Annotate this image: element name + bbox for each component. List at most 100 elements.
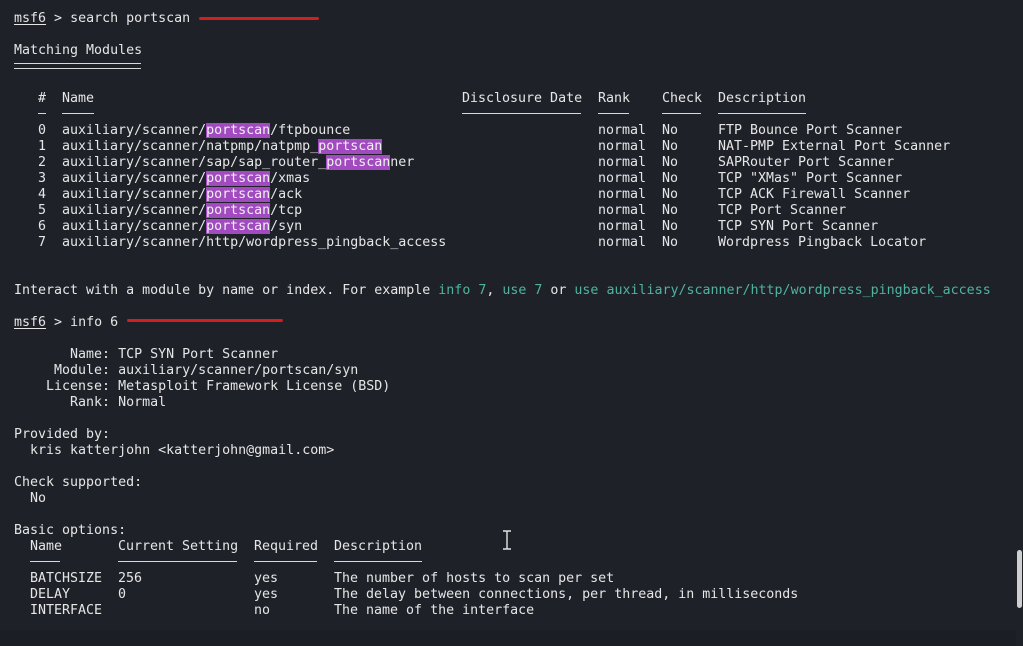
options-header-rule xyxy=(118,561,237,562)
option-description: The number of hosts to scan per set xyxy=(334,571,615,586)
prompt-msf6: msf6 xyxy=(14,315,47,330)
option-required: yes xyxy=(254,587,279,602)
module-description: FTP Bounce Port Scanner xyxy=(718,123,903,138)
header-rank: Rank xyxy=(598,91,631,106)
check-supported-value: No xyxy=(14,491,47,506)
info-module: Module: auxiliary/scanner/portscan/syn xyxy=(14,363,359,378)
option-description: The name of the interface xyxy=(334,603,535,618)
module-index: 5 xyxy=(38,203,47,218)
options-header-name: Name xyxy=(30,539,63,554)
module-rank: normal xyxy=(598,139,647,154)
module-name[interactable]: auxiliary/scanner/portscan/syn xyxy=(62,219,302,235)
module-rank: normal xyxy=(598,123,647,138)
prompt-separator: > xyxy=(46,315,71,330)
module-rank: normal xyxy=(598,203,647,218)
module-check: No xyxy=(662,139,679,154)
module-description: TCP ACK Firewall Scanner xyxy=(718,187,911,202)
title-double-underline xyxy=(14,63,141,69)
option-name: DELAY xyxy=(30,587,71,602)
provided-by-label: Provided by: xyxy=(14,427,111,442)
option-required: yes xyxy=(254,571,279,586)
prompt-separator: > xyxy=(46,11,71,26)
header-rule xyxy=(62,113,94,114)
module-description: TCP SYN Port Scanner xyxy=(718,219,879,234)
search-highlight: portscan xyxy=(318,139,383,154)
header-rule xyxy=(662,113,701,114)
prompt-line-info: msf6 > info 6 xyxy=(14,315,118,331)
header-rule xyxy=(718,113,806,114)
option-required: no xyxy=(254,603,271,618)
annotation-red-underline xyxy=(127,319,283,322)
module-check: No xyxy=(662,171,679,186)
module-index: 1 xyxy=(38,139,47,154)
header-num: # xyxy=(38,91,47,106)
header-description: Description xyxy=(718,91,807,106)
module-rank: normal xyxy=(598,187,647,202)
vertical-scrollbar[interactable] xyxy=(1016,0,1023,646)
header-disclosure-date: Disclosure Date xyxy=(462,91,583,106)
info-name: Name: TCP SYN Port Scanner xyxy=(14,347,279,362)
module-rank: normal xyxy=(598,171,647,186)
search-highlight: portscan xyxy=(206,187,271,202)
example-command: info 7 xyxy=(438,283,487,298)
section-title-matching-modules: Matching Modules xyxy=(14,43,143,58)
module-check: No xyxy=(662,203,679,218)
module-index: 7 xyxy=(38,235,47,250)
header-rule xyxy=(38,113,46,114)
module-check: No xyxy=(662,155,679,170)
prompt-msf6: msf6 xyxy=(14,11,47,26)
option-name: BATCHSIZE xyxy=(30,571,103,586)
options-header-description: Description xyxy=(334,539,423,554)
command-text: info 6 xyxy=(70,315,119,330)
module-index: 3 xyxy=(38,171,47,186)
info-license: License: Metasploit Framework License (B… xyxy=(14,379,391,394)
module-rank: normal xyxy=(598,235,647,250)
search-highlight: portscan xyxy=(206,219,271,234)
bottom-status-bar xyxy=(0,630,1023,646)
module-name[interactable]: auxiliary/scanner/portscan/tcp xyxy=(62,203,302,219)
options-header-rule xyxy=(254,561,317,562)
option-description: The delay between connections, per threa… xyxy=(334,587,799,602)
module-index: 0 xyxy=(38,123,47,138)
scrollbar-thumb[interactable] xyxy=(1017,550,1022,608)
header-name: Name xyxy=(62,91,95,106)
options-header-required: Required xyxy=(254,539,319,554)
options-header-rule xyxy=(30,561,60,562)
module-rank: normal xyxy=(598,219,647,234)
command-text: search portscan xyxy=(70,11,191,26)
interact-hint: Interact with a module by name or index.… xyxy=(14,283,991,298)
module-check: No xyxy=(662,235,679,250)
module-name[interactable]: auxiliary/scanner/natpmp/natpmp_portscan xyxy=(62,139,383,155)
header-rule xyxy=(598,113,629,114)
prompt-line-search: msf6 > search portscan xyxy=(14,11,190,27)
module-index: 2 xyxy=(38,155,47,170)
module-index: 4 xyxy=(38,187,47,202)
module-name[interactable]: auxiliary/scanner/portscan/ack xyxy=(62,187,302,203)
option-setting: 0 xyxy=(118,587,127,602)
module-check: No xyxy=(662,219,679,234)
text-cursor-icon xyxy=(501,530,513,550)
module-name[interactable]: auxiliary/scanner/portscan/xmas xyxy=(62,171,310,187)
provided-by-author: kris katterjohn <katterjohn@gmail.com> xyxy=(14,443,335,458)
option-name: INTERFACE xyxy=(30,603,103,618)
basic-options-label: Basic options: xyxy=(14,523,127,538)
example-command: use auxiliary/scanner/http/wordpress_pin… xyxy=(574,283,991,298)
module-check: No xyxy=(662,123,679,138)
header-rule xyxy=(462,113,581,114)
options-header-rule xyxy=(334,561,422,562)
example-command: use 7 xyxy=(502,283,543,298)
options-header-setting: Current Setting xyxy=(118,539,239,554)
module-rank: normal xyxy=(598,155,647,170)
option-setting: 256 xyxy=(118,571,143,586)
module-description: Wordpress Pingback Locator xyxy=(718,235,927,250)
module-check: No xyxy=(662,187,679,202)
module-name[interactable]: auxiliary/scanner/portscan/ftpbounce xyxy=(62,123,350,139)
annotation-red-underline xyxy=(199,17,319,20)
search-highlight: portscan xyxy=(206,203,271,218)
module-description: TCP "XMas" Port Scanner xyxy=(718,171,903,186)
module-name[interactable]: auxiliary/scanner/sap/sap_router_portsca… xyxy=(62,155,414,171)
terminal-window[interactable]: msf6 > search portscan Matching Modules … xyxy=(0,0,1016,630)
module-name[interactable]: auxiliary/scanner/http/wordpress_pingbac… xyxy=(62,235,446,251)
info-rank: Rank: Normal xyxy=(14,395,167,410)
check-supported-label: Check supported: xyxy=(14,475,143,490)
